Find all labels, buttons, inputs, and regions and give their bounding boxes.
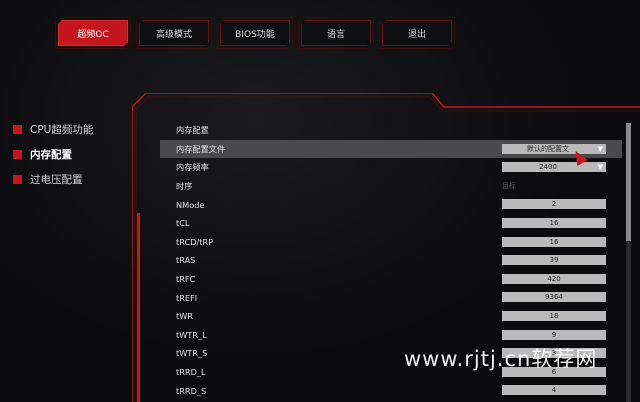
timing-value-field[interactable]: 420 — [502, 273, 606, 284]
timing-value-field[interactable]: 16 — [502, 217, 606, 228]
bullet-icon — [13, 150, 22, 159]
timing-row-nmode[interactable]: NMode 2 — [160, 195, 622, 214]
scrollbar-thumb[interactable] — [626, 123, 631, 241]
panel-accent-bar — [137, 213, 140, 402]
memory-profile-dropdown[interactable]: 默认的配置文 — [502, 143, 606, 154]
tab-overclock[interactable]: 超频OC — [58, 20, 128, 46]
target-header: 目标 — [502, 182, 516, 191]
timing-row-tras[interactable]: tRAS 39 — [160, 251, 622, 270]
timing-header-label: 时序 — [176, 181, 193, 192]
sidebar-item-label: 内存配置 — [30, 149, 72, 161]
memory-profile-label: 内存配置文件 — [176, 143, 226, 154]
bullet-icon — [13, 125, 22, 134]
sidebar-item-overvoltage[interactable]: 过电压配置 — [13, 167, 93, 192]
timing-row-trrd-s[interactable]: tRRD_S 4 — [160, 381, 622, 400]
timing-label: tREFI — [176, 292, 198, 303]
sidebar-item-label: CPU超频功能 — [30, 124, 94, 136]
timing-row-trfc[interactable]: tRFC 420 — [160, 270, 622, 289]
tab-advanced[interactable]: 高级模式 — [139, 20, 209, 46]
top-nav: 超频OC 高级模式 BIOS功能 语言 退出 — [58, 20, 452, 46]
sidebar-item-memory-config[interactable]: 内存配置 — [13, 142, 93, 167]
memory-frequency-row[interactable]: 内存频率 2400 — [160, 158, 622, 177]
bullet-icon — [13, 175, 22, 184]
timing-row-twtr-l[interactable]: tWTR_L 9 — [160, 326, 622, 345]
timing-value-field[interactable]: 2 — [502, 199, 606, 210]
timing-value-field[interactable]: 16 — [502, 236, 606, 247]
timing-value-field[interactable]: 18 — [502, 310, 606, 321]
section-title-row: 内存配置 — [160, 121, 622, 140]
memory-frequency-dropdown[interactable]: 2400 — [502, 162, 606, 173]
timing-label: tRAS — [176, 255, 196, 266]
timing-row-trcd-trp[interactable]: tRCD/tRP 16 — [160, 233, 622, 252]
timing-label: tWR — [176, 311, 193, 322]
sidebar-item-cpu-overclock[interactable]: CPU超频功能 — [13, 117, 93, 142]
timing-label: tRRD_L — [176, 367, 206, 378]
timing-row-twr[interactable]: tWR 18 — [160, 307, 622, 326]
sidebar-item-label: 过电压配置 — [30, 174, 83, 186]
timing-row-tcl[interactable]: tCL 16 — [160, 214, 622, 233]
memory-profile-row[interactable]: 内存配置文件 默认的配置文 — [160, 139, 622, 159]
watermark: www.rjtj.cn软荐网 — [404, 347, 598, 371]
memory-frequency-label: 内存频率 — [176, 162, 209, 173]
timing-label: tRFC — [176, 274, 196, 285]
timing-value-field[interactable]: 4 — [502, 385, 606, 396]
tab-exit[interactable]: 退出 — [382, 20, 452, 46]
timing-label: NMode — [176, 199, 205, 210]
timing-label: tWTR_S — [176, 348, 208, 359]
tab-language[interactable]: 语言 — [301, 20, 371, 46]
timing-label: tWTR_L — [176, 329, 207, 340]
timing-value-field[interactable]: 39 — [502, 255, 606, 266]
tab-bios-features[interactable]: BIOS功能 — [220, 20, 290, 46]
timing-header-row: 时序 目标 — [160, 177, 622, 196]
timing-label: tRRD_S — [176, 385, 207, 396]
timing-row-trefi[interactable]: tREFI 9364 — [160, 288, 622, 307]
timing-value-field[interactable]: 9 — [502, 329, 606, 340]
sidebar: CPU超频功能 内存配置 过电压配置 — [13, 117, 93, 192]
timing-label: tRCD/tRP — [176, 236, 214, 247]
section-title: 内存配置 — [176, 125, 209, 136]
timing-value-field[interactable]: 9364 — [502, 292, 606, 303]
timing-label: tCL — [176, 218, 190, 229]
